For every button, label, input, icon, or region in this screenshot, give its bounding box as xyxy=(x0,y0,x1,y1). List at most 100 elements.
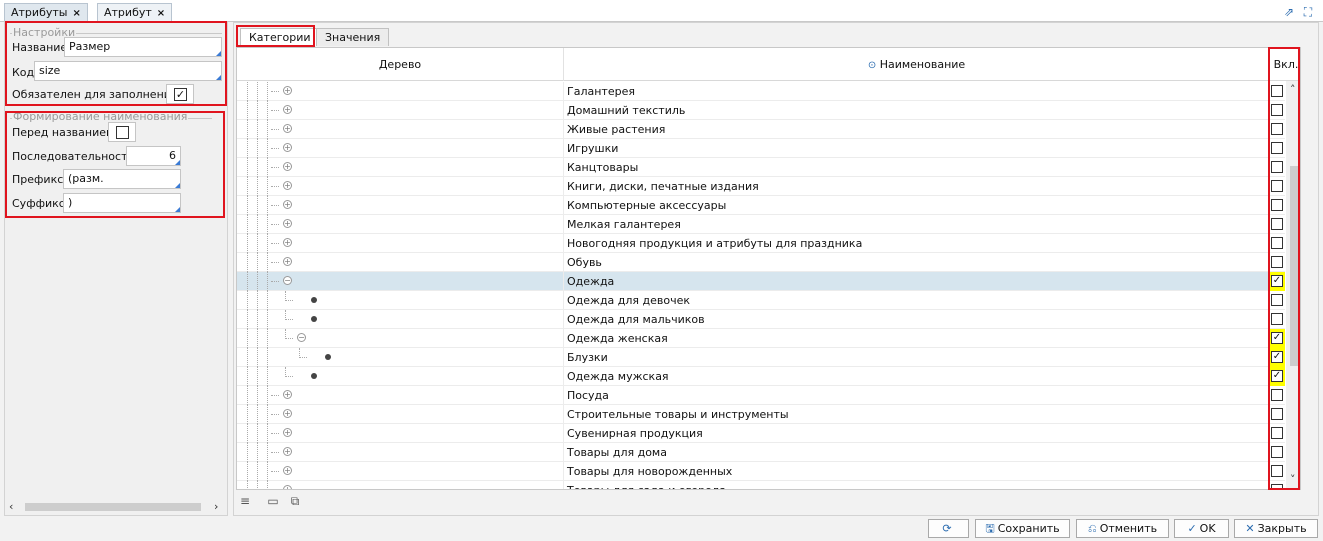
enabled-cell[interactable] xyxy=(1270,291,1285,310)
code-field[interactable]: size xyxy=(34,61,222,81)
enabled-cell[interactable]: ✓ xyxy=(1270,329,1285,348)
enabled-cell[interactable] xyxy=(1270,177,1285,196)
enabled-cell[interactable] xyxy=(1270,234,1285,253)
enabled-checkbox[interactable] xyxy=(1271,427,1283,439)
table-row[interactable]: − Одежда ✓ xyxy=(237,272,1285,291)
table-row[interactable]: + Канцтовары xyxy=(237,158,1285,177)
table-row[interactable]: + Новогодняя продукция и атрибуты для пра… xyxy=(237,234,1285,253)
enabled-checkbox[interactable]: ✓ xyxy=(1271,332,1283,344)
expand-node-icon[interactable]: + xyxy=(283,124,292,133)
enabled-checkbox[interactable] xyxy=(1271,199,1283,211)
enabled-cell[interactable] xyxy=(1270,481,1285,489)
enabled-cell[interactable] xyxy=(1270,424,1285,443)
enabled-checkbox[interactable] xyxy=(1271,237,1283,249)
table-row[interactable]: + Товары для новорожденных xyxy=(237,462,1285,481)
enabled-cell[interactable] xyxy=(1270,82,1285,101)
tab-attribute[interactable]: Атрибут × xyxy=(97,3,173,21)
table-row[interactable]: + Товары для дома xyxy=(237,443,1285,462)
enabled-checkbox[interactable] xyxy=(1271,256,1283,268)
table-row[interactable]: + Галантерея xyxy=(237,82,1285,101)
expand-node-icon[interactable]: + xyxy=(283,86,292,95)
enabled-cell[interactable] xyxy=(1270,462,1285,481)
tab-attributes[interactable]: Атрибуты × xyxy=(4,3,88,21)
expand-node-icon[interactable]: + xyxy=(283,143,292,152)
cancel-button[interactable]: ⎌ Отменить xyxy=(1076,519,1169,538)
table-row[interactable]: + Товары для сада и огорода xyxy=(237,481,1285,489)
grid-scroll-thumb[interactable] xyxy=(1290,166,1299,366)
tab-attribute-close-icon[interactable]: × xyxy=(157,8,165,19)
table-row[interactable]: Одежда для девочек xyxy=(237,291,1285,310)
enabled-checkbox[interactable] xyxy=(1271,218,1283,230)
ok-button[interactable]: ✓ OK xyxy=(1174,519,1229,538)
expand-node-icon[interactable]: + xyxy=(283,162,292,171)
enabled-cell[interactable] xyxy=(1270,215,1285,234)
enabled-checkbox[interactable] xyxy=(1271,294,1283,306)
enabled-checkbox[interactable] xyxy=(1271,313,1283,325)
enabled-checkbox[interactable]: ✓ xyxy=(1271,351,1283,363)
table-row[interactable]: + Мелкая галантерея xyxy=(237,215,1285,234)
required-checkbox-cell[interactable]: ✓ xyxy=(166,84,194,104)
enabled-cell[interactable] xyxy=(1270,158,1285,177)
enabled-cell[interactable] xyxy=(1270,196,1285,215)
table-row[interactable]: + Строительные товары и инструменты xyxy=(237,405,1285,424)
scroll-down-icon[interactable]: ˅ xyxy=(1290,473,1296,486)
before-name-checkbox[interactable] xyxy=(116,126,129,139)
scroll-up-icon[interactable]: ˄ xyxy=(1290,83,1296,96)
table-row[interactable]: + Посуда xyxy=(237,386,1285,405)
enabled-cell[interactable] xyxy=(1270,405,1285,424)
table-row[interactable]: Блузки ✓ xyxy=(237,348,1285,367)
sequence-field[interactable]: 6 xyxy=(126,146,181,166)
filter-icon[interactable]: ≡ xyxy=(237,493,253,509)
close-button[interactable]: ✕ Закрыть xyxy=(1234,519,1318,538)
collapse-node-icon[interactable]: − xyxy=(297,333,306,342)
tab-attributes-close-icon[interactable]: × xyxy=(72,8,80,19)
enabled-cell[interactable] xyxy=(1270,253,1285,272)
suffix-field[interactable]: ) xyxy=(63,193,181,213)
table-row[interactable]: + Сувенирная продукция xyxy=(237,424,1285,443)
expand-node-icon[interactable]: + xyxy=(283,257,292,266)
enabled-cell[interactable] xyxy=(1270,139,1285,158)
enabled-checkbox[interactable] xyxy=(1271,446,1283,458)
enabled-checkbox[interactable] xyxy=(1271,389,1283,401)
prefix-field[interactable]: (разм. xyxy=(63,169,181,189)
required-checkbox[interactable]: ✓ xyxy=(174,88,187,101)
refresh-button[interactable]: ⟳ xyxy=(928,519,969,538)
left-horizontal-scrollbar[interactable]: ‹ › xyxy=(7,500,225,514)
enabled-checkbox[interactable] xyxy=(1271,104,1283,116)
grid-vertical-scrollbar[interactable]: ˄ ˅ xyxy=(1286,81,1300,489)
enabled-checkbox[interactable] xyxy=(1271,85,1283,97)
enabled-checkbox[interactable] xyxy=(1271,180,1283,192)
column-enabled[interactable]: Вкл. xyxy=(1270,48,1300,81)
enabled-cell[interactable] xyxy=(1270,443,1285,462)
expand-all-icon[interactable]: ⧉ xyxy=(287,493,303,509)
table-row[interactable]: − Одежда женская ✓ xyxy=(237,329,1285,348)
column-name-header[interactable]: ⊙ Наименование xyxy=(564,48,1270,81)
enabled-cell[interactable] xyxy=(1270,310,1285,329)
save-button[interactable]: 🖫 Сохранить xyxy=(975,519,1070,538)
expand-node-icon[interactable]: + xyxy=(283,409,292,418)
table-row[interactable]: Одежда мужская ✓ xyxy=(237,367,1285,386)
table-row[interactable]: + Живые растения xyxy=(237,120,1285,139)
name-field[interactable]: Размер xyxy=(64,37,222,57)
table-row[interactable]: + Домашний текстиль xyxy=(237,101,1285,120)
expand-node-icon[interactable]: + xyxy=(283,447,292,456)
tab-values[interactable]: Значения xyxy=(316,28,390,46)
left-scroll-thumb[interactable] xyxy=(25,503,201,511)
expand-node-icon[interactable]: + xyxy=(283,181,292,190)
collapse-all-icon[interactable]: ▭ xyxy=(265,493,281,509)
enabled-checkbox[interactable] xyxy=(1271,465,1283,477)
enabled-cell[interactable] xyxy=(1270,120,1285,139)
expand-node-icon[interactable]: + xyxy=(283,105,292,114)
enabled-checkbox[interactable] xyxy=(1271,484,1283,489)
table-row[interactable]: + Компьютерные аксессуары xyxy=(237,196,1285,215)
expand-node-icon[interactable]: + xyxy=(283,466,292,475)
expand-node-icon[interactable]: + xyxy=(283,390,292,399)
table-row[interactable]: + Игрушки xyxy=(237,139,1285,158)
enabled-checkbox[interactable]: ✓ xyxy=(1271,275,1283,287)
open-external-icon[interactable]: ⇗ xyxy=(1282,5,1296,19)
scroll-left-icon[interactable]: ‹ xyxy=(9,500,13,513)
expand-node-icon[interactable]: + xyxy=(283,428,292,437)
enabled-cell[interactable] xyxy=(1270,386,1285,405)
enabled-checkbox[interactable] xyxy=(1271,123,1283,135)
expand-node-icon[interactable]: + xyxy=(283,238,292,247)
